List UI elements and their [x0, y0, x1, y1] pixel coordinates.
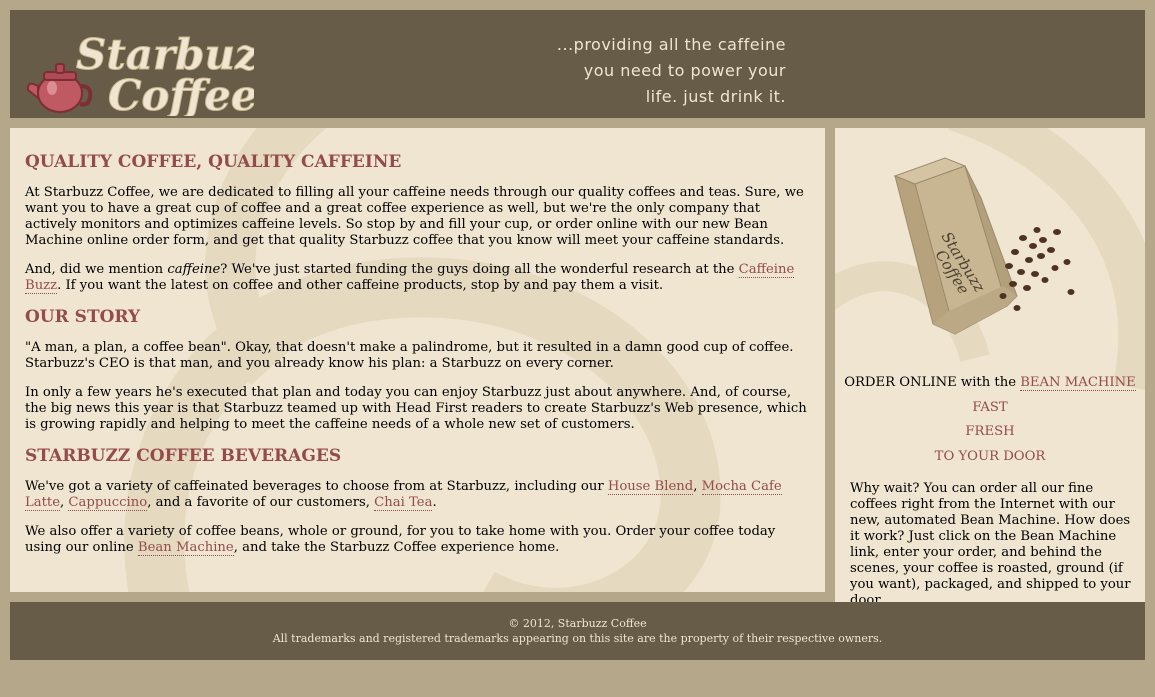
tagline-fast: FAST — [972, 399, 1008, 415]
slogan-line: ...providing all the caffeine — [556, 35, 786, 54]
beans-paragraph: We also offer a variety of coffee beans,… — [25, 524, 776, 556]
main-content: QUALITY COFFEE, QUALITY CAFFEINE At Star… — [10, 128, 825, 592]
section-heading-story: OUR STORY — [25, 307, 141, 327]
trademark-text: All trademarks and registered trademarks… — [272, 632, 883, 645]
house-blend-link[interactable]: House Blend — [607, 479, 694, 495]
caffeine-paragraph: And, did we mention caffeine? We've just… — [25, 262, 795, 294]
bean-machine-description: Why wait? You can order all our fine cof… — [850, 481, 1131, 608]
order-online-line: ORDER ONLINE with the BEAN MACHINE — [844, 375, 1136, 391]
coffee-bag-image: Starbuzz Coffee — [893, 157, 1075, 335]
tagline-fresh: FRESH — [965, 424, 1015, 439]
starbuzz-logo[interactable]: Starbuzz Coffee — [24, 14, 254, 116]
slogan: ...providing all the caffeine you need t… — [556, 32, 786, 110]
quality-paragraph: At Starbuzz Coffee, we are dedicated to … — [25, 185, 804, 248]
bean-machine-order-link[interactable]: BEAN MACHINE — [1020, 375, 1136, 391]
copyright-text: © 2012, Starbuzz Coffee — [508, 617, 647, 630]
slogan-line: life. just drink it. — [645, 87, 786, 106]
order-online-block: ORDER ONLINE with the BEAN MACHINE FAST … — [835, 371, 1145, 469]
section-heading-beverages: STARBUZZ COFFEE BEVERAGES — [25, 446, 342, 466]
caffeine-emphasis: caffeine — [167, 262, 221, 277]
sidebar: Starbuzz Coffee ORDER ONLINE with the BE… — [835, 128, 1145, 621]
cappuccino-link[interactable]: Cappuccino — [68, 495, 148, 511]
page-header: Starbuzz Coffee ...providing all the caf… — [10, 10, 1145, 118]
story-paragraph-2: In only a few years he's executed that p… — [25, 385, 807, 432]
beverages-paragraph: We've got a variety of caffeinated bever… — [25, 479, 782, 511]
chai-tea-link[interactable]: Chai Tea — [374, 495, 433, 511]
bean-machine-link[interactable]: Bean Machine — [137, 540, 234, 556]
page-footer: © 2012, Starbuzz Coffee All trademarks a… — [10, 602, 1145, 660]
story-paragraph-1: "A man, a plan, a coffee bean". Okay, th… — [25, 340, 794, 371]
section-heading-quality: QUALITY COFFEE, QUALITY CAFFEINE — [25, 152, 402, 172]
tagline-to-your-door: TO YOUR DOOR — [934, 448, 1046, 464]
logo-text-coffee: Coffee — [108, 71, 254, 116]
slogan-line: you need to power your — [583, 61, 786, 80]
